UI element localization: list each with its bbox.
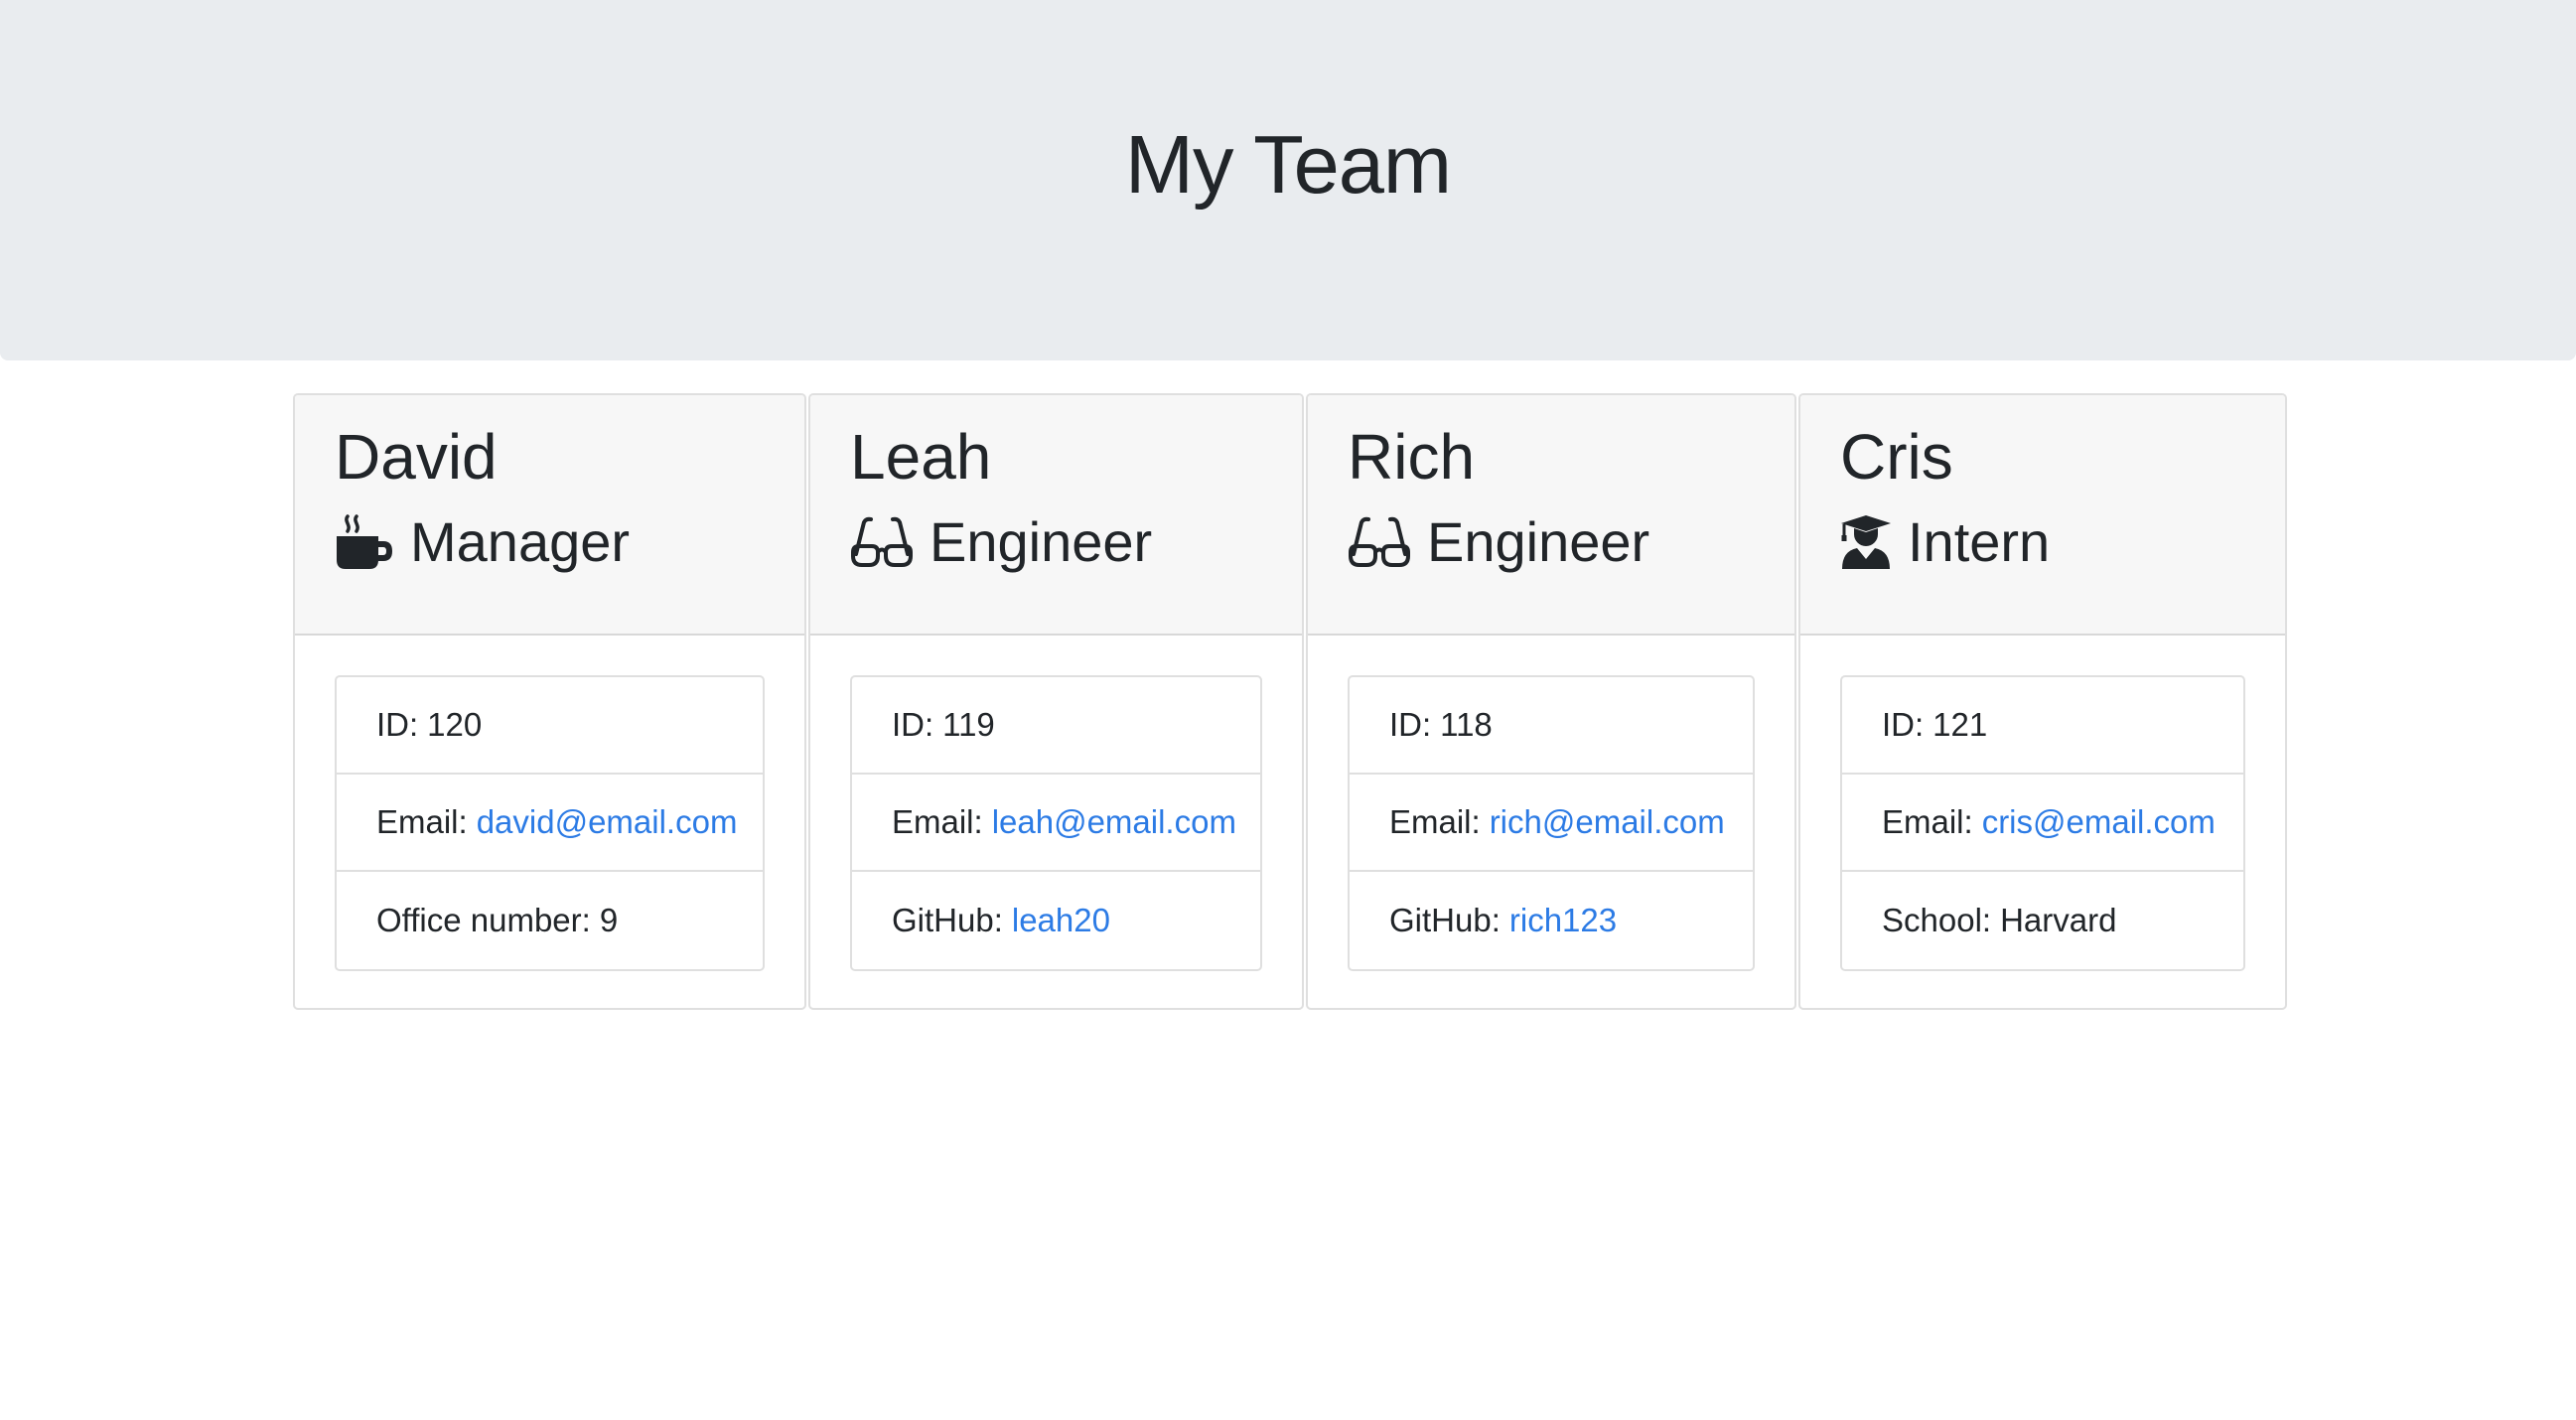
- email-link[interactable]: cris@email.com: [1982, 803, 2216, 841]
- school-label: School:: [1882, 902, 1992, 938]
- role-label: Intern: [1908, 510, 2051, 573]
- card-header: Leah Engineer: [810, 395, 1302, 636]
- employee-name: Leah: [850, 421, 992, 493]
- info-list: ID: 121 Email: cris@email.com School: Ha…: [1840, 675, 2245, 971]
- glasses-icon: [1348, 516, 1411, 568]
- employee-role: Engineer: [850, 510, 1302, 574]
- employee-card-david: David Manager ID: 120 Email: david@email…: [293, 393, 806, 1010]
- info-list: ID: 120 Email: david@email.com Office nu…: [335, 675, 765, 971]
- role-label: Engineer: [930, 510, 1153, 573]
- id-row: ID: 119: [852, 677, 1260, 775]
- github-label: GitHub:: [892, 902, 1003, 938]
- office-number-row: Office number: 9: [337, 872, 763, 969]
- card-body: ID: 119 Email: leah@email.com GitHub: le…: [810, 636, 1302, 971]
- info-list: ID: 118 Email: rich@email.com GitHub: ri…: [1348, 675, 1755, 971]
- employee-card-rich: Rich Engineer ID: 118 Email: rich@email.…: [1306, 393, 1796, 1010]
- employee-role: Engineer: [1348, 510, 1794, 574]
- github-row: GitHub: rich123: [1350, 872, 1753, 969]
- school-value: Harvard: [2000, 902, 2117, 938]
- github-label: GitHub:: [1389, 902, 1501, 938]
- id-value: 118: [1440, 706, 1493, 743]
- glasses-icon: [850, 516, 914, 568]
- id-label: ID:: [1882, 706, 1925, 743]
- graduate-icon: [1840, 514, 1892, 570]
- github-link[interactable]: leah20: [1012, 902, 1110, 939]
- school-row: School: Harvard: [1842, 872, 2243, 969]
- email-label: Email:: [892, 803, 983, 840]
- office-number-value: 9: [599, 902, 619, 938]
- employee-name: Rich: [1348, 421, 1476, 493]
- id-label: ID:: [1389, 706, 1432, 743]
- employee-name: David: [335, 421, 498, 493]
- id-value: 120: [427, 706, 483, 743]
- id-value: 121: [1932, 706, 1988, 743]
- id-label: ID:: [376, 706, 419, 743]
- email-row: Email: david@email.com: [337, 775, 763, 872]
- id-label: ID:: [892, 706, 934, 743]
- team-cards: David Manager ID: 120 Email: david@email…: [293, 393, 2287, 1010]
- employee-card-leah: Leah Engineer ID: 119 Email: leah@email.…: [808, 393, 1304, 1010]
- office-number-label: Office number:: [376, 902, 591, 938]
- email-row: Email: leah@email.com: [852, 775, 1260, 872]
- card-body: ID: 120 Email: david@email.com Office nu…: [295, 636, 804, 971]
- card-header: David Manager: [295, 395, 804, 636]
- role-label: Manager: [410, 510, 631, 573]
- email-link[interactable]: david@email.com: [477, 803, 738, 841]
- id-row: ID: 120: [337, 677, 763, 775]
- email-label: Email:: [376, 803, 468, 840]
- employee-role: Intern: [1840, 510, 2285, 574]
- email-label: Email:: [1882, 803, 1973, 840]
- github-link[interactable]: rich123: [1509, 902, 1617, 939]
- card-body: ID: 118 Email: rich@email.com GitHub: ri…: [1308, 636, 1794, 971]
- id-row: ID: 121: [1842, 677, 2243, 775]
- page-header: My Team: [0, 0, 2576, 360]
- email-row: Email: cris@email.com: [1842, 775, 2243, 872]
- card-header: Rich Engineer: [1308, 395, 1794, 636]
- employee-role: Manager: [335, 510, 804, 574]
- card-header: Cris Intern: [1800, 395, 2285, 636]
- employee-card-cris: Cris Intern ID: 121 Email: cris@email.co…: [1798, 393, 2287, 1010]
- card-body: ID: 121 Email: cris@email.com School: Ha…: [1800, 636, 2285, 971]
- id-value: 119: [942, 706, 995, 743]
- email-label: Email:: [1389, 803, 1481, 840]
- coffee-mug-icon: [335, 514, 394, 570]
- github-row: GitHub: leah20: [852, 872, 1260, 969]
- employee-name: Cris: [1840, 421, 1953, 493]
- id-row: ID: 118: [1350, 677, 1753, 775]
- email-link[interactable]: leah@email.com: [992, 803, 1236, 841]
- info-list: ID: 119 Email: leah@email.com GitHub: le…: [850, 675, 1262, 971]
- email-link[interactable]: rich@email.com: [1490, 803, 1725, 841]
- email-row: Email: rich@email.com: [1350, 775, 1753, 872]
- role-label: Engineer: [1427, 510, 1650, 573]
- page-title: My Team: [1124, 117, 1452, 211]
